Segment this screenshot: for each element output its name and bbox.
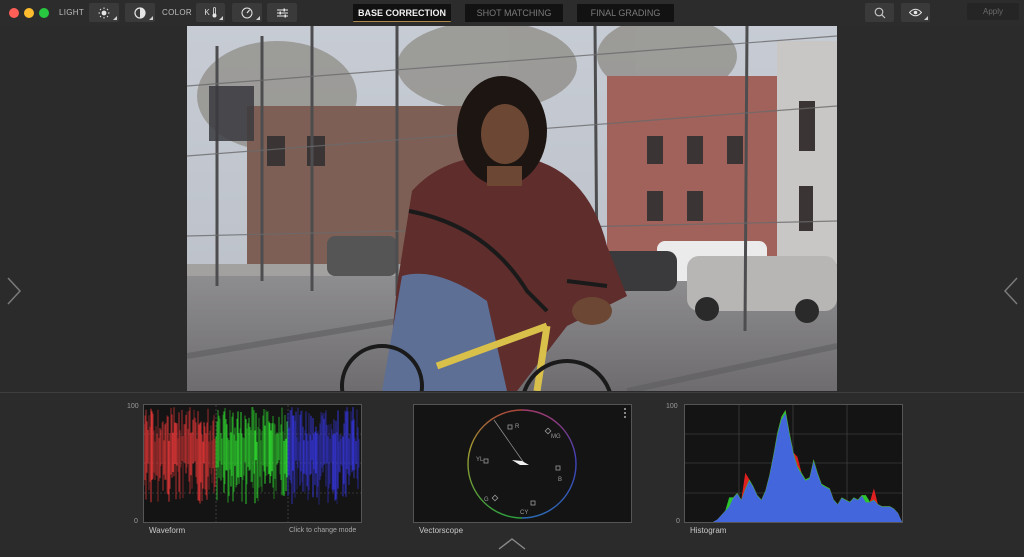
next-image-button[interactable] bbox=[1003, 276, 1019, 306]
photo bbox=[187, 26, 837, 391]
window-minimize-button[interactable] bbox=[24, 8, 34, 18]
tab-base-correction[interactable]: BASE CORRECTION bbox=[353, 4, 451, 22]
waveform-title: Waveform bbox=[149, 526, 186, 535]
waveform-mode-hint[interactable]: Click to change mode bbox=[289, 527, 356, 534]
tint-dial-icon bbox=[241, 7, 253, 18]
scopes-panel: 100 0 Waveform Click to change mode R MG… bbox=[0, 392, 1024, 557]
tab-shot-matching[interactable]: SHOT MATCHING bbox=[465, 4, 563, 22]
skin-tone-line bbox=[493, 419, 525, 464]
waveform-axis-min: 0 bbox=[134, 518, 138, 525]
histogram-axis-min: 0 bbox=[676, 518, 680, 525]
target-red: R bbox=[515, 424, 520, 430]
histogram-title: Histogram bbox=[690, 526, 727, 535]
window-maximize-button[interactable] bbox=[39, 8, 49, 18]
chevron-up-icon bbox=[498, 538, 526, 550]
target-magenta: MG bbox=[551, 434, 561, 440]
waveform-axis-max: 100 bbox=[127, 403, 139, 410]
window-close-button[interactable] bbox=[9, 8, 19, 18]
contrast-icon bbox=[134, 6, 146, 19]
vectorscope-title: Vectorscope bbox=[419, 526, 464, 535]
histogram-blue-channel bbox=[685, 413, 902, 522]
color-label: COLOR bbox=[162, 8, 192, 17]
collapse-panel-button[interactable] bbox=[497, 537, 527, 551]
light-label: LIGHT bbox=[59, 8, 85, 17]
search-button[interactable] bbox=[865, 3, 894, 22]
waveform-green-channel bbox=[215, 407, 288, 504]
vectorscope-trace bbox=[512, 460, 529, 465]
color-grading-app: LIGHT COLOR K BASE CORRECTION SHOT MATCH… bbox=[0, 0, 1024, 557]
tint-button[interactable] bbox=[232, 3, 262, 22]
tab-final-grading[interactable]: FINAL GRADING bbox=[577, 4, 674, 22]
temperature-button[interactable]: K bbox=[196, 3, 225, 22]
histogram-scope[interactable] bbox=[684, 404, 903, 523]
brightness-button[interactable] bbox=[89, 3, 119, 22]
apply-button[interactable]: Apply bbox=[967, 3, 1019, 20]
view-options-button[interactable] bbox=[901, 3, 930, 22]
target-blue: B bbox=[558, 477, 562, 483]
chevron-right-icon bbox=[7, 277, 22, 305]
temperature-icon: K bbox=[204, 7, 217, 18]
search-icon bbox=[874, 7, 885, 18]
target-cyan: CY bbox=[520, 510, 528, 516]
vectorscope-scope[interactable]: R MG B CY G YL bbox=[413, 404, 632, 523]
toolbar: LIGHT COLOR K BASE CORRECTION SHOT MATCH… bbox=[0, 0, 1024, 26]
kelvin-glyph: K bbox=[204, 8, 210, 17]
histogram-plot bbox=[685, 405, 902, 522]
target-green: G bbox=[484, 497, 489, 503]
chevron-left-icon bbox=[1003, 277, 1018, 305]
waveform-red-channel bbox=[144, 407, 216, 504]
eye-icon bbox=[909, 8, 922, 17]
sliders-icon bbox=[276, 8, 288, 17]
vectorscope-plot: R MG B CY G YL bbox=[467, 408, 626, 519]
adjustments-button[interactable] bbox=[267, 3, 297, 22]
more-vertical-icon[interactable] bbox=[624, 408, 626, 418]
waveform-scope[interactable] bbox=[143, 404, 362, 523]
target-yellow: YL bbox=[476, 457, 484, 463]
waveform-blue-channel bbox=[287, 407, 360, 505]
waveform-plot bbox=[144, 405, 361, 522]
image-viewer[interactable] bbox=[187, 26, 837, 391]
histogram-axis-max: 100 bbox=[666, 403, 678, 410]
brightness-icon bbox=[98, 7, 110, 18]
previous-image-button[interactable] bbox=[6, 276, 22, 306]
contrast-button[interactable] bbox=[125, 3, 155, 22]
